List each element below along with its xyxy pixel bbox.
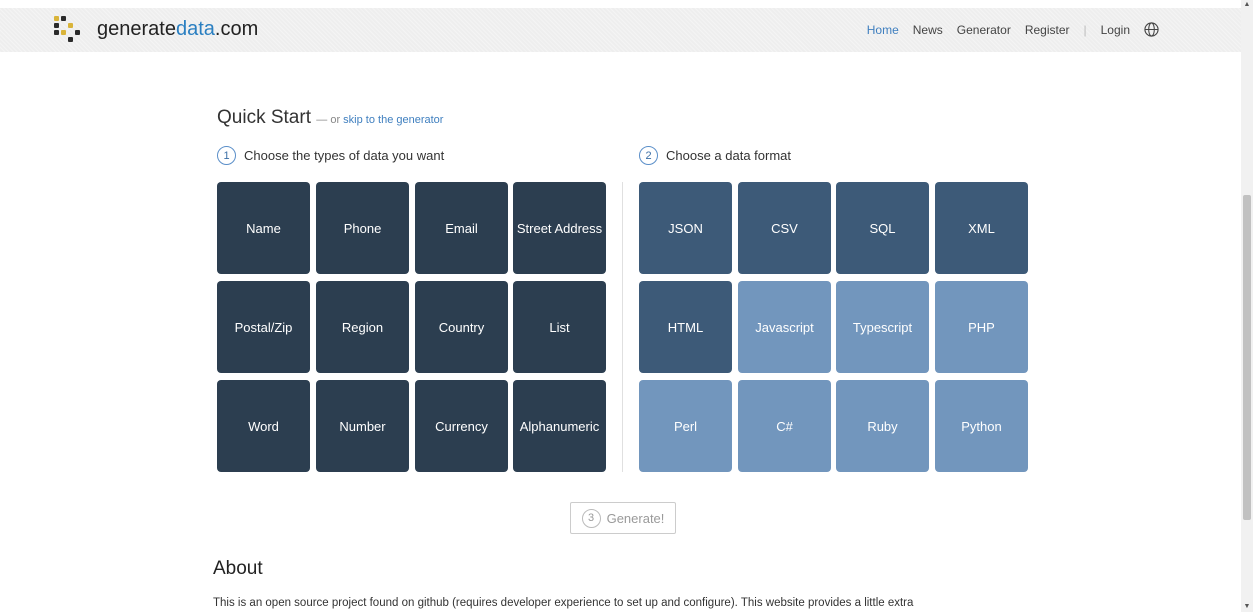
step-1-heading: 1 Choose the types of data you want <box>217 146 444 165</box>
format-ruby[interactable]: Ruby <box>836 380 929 472</box>
data-type-phone[interactable]: Phone <box>316 182 409 274</box>
format-javascript[interactable]: Javascript <box>738 281 831 373</box>
format-php[interactable]: PHP <box>935 281 1028 373</box>
column-divider <box>622 182 623 472</box>
format-csv[interactable]: CSV <box>738 182 831 274</box>
data-type-country[interactable]: Country <box>415 281 508 373</box>
format-json[interactable]: JSON <box>639 182 732 274</box>
quick-start-heading: Quick Start — or skip to the generator <box>217 107 443 129</box>
step-1-label: Choose the types of data you want <box>244 148 445 163</box>
step-3-number: 3 <box>581 508 601 528</box>
nav-news[interactable]: News <box>913 23 943 37</box>
scroll-thumb[interactable] <box>1243 195 1251 520</box>
scroll-down-arrow-icon[interactable]: ▼ <box>1241 602 1253 612</box>
globe-icon[interactable] <box>1144 22 1159 37</box>
quick-start-title: Quick Start <box>217 107 311 128</box>
format-python[interactable]: Python <box>935 380 1028 472</box>
nav-home[interactable]: Home <box>867 23 899 37</box>
format-html[interactable]: HTML <box>639 281 732 373</box>
logo-icon[interactable] <box>52 14 86 42</box>
data-type-list[interactable]: List <box>513 281 606 373</box>
scroll-up-arrow-icon[interactable]: ▲ <box>1241 0 1253 10</box>
data-type-name[interactable]: Name <box>217 182 310 274</box>
format-csharp[interactable]: C# <box>738 380 831 472</box>
skip-to-generator-link[interactable]: skip to the generator <box>343 114 443 126</box>
data-type-alphanumeric[interactable]: Alphanumeric <box>513 380 606 472</box>
main-nav: Home News Generator Register | Login <box>867 22 1159 37</box>
top-navbar: generatedata.com Home News Generator Reg… <box>0 8 1241 52</box>
brand-com: .com <box>214 18 259 40</box>
brand-data: data <box>175 18 215 40</box>
step-1-number: 1 <box>217 146 236 165</box>
nav-generator[interactable]: Generator <box>957 23 1011 37</box>
data-type-number[interactable]: Number <box>316 380 409 472</box>
step-2-number: 2 <box>639 146 658 165</box>
generate-button[interactable]: 3 Generate! <box>570 502 676 534</box>
format-sql[interactable]: SQL <box>836 182 929 274</box>
nav-separator: | <box>1083 22 1087 37</box>
data-type-currency[interactable]: Currency <box>415 380 508 472</box>
nav-login[interactable]: Login <box>1101 23 1130 37</box>
about-heading: About <box>213 558 263 579</box>
generate-label: Generate! <box>606 510 665 526</box>
format-perl[interactable]: Perl <box>639 380 732 472</box>
step-2-label: Choose a data format <box>666 148 792 163</box>
about-text: This is an open source project found on … <box>213 597 914 609</box>
data-type-street-address[interactable]: Street Address <box>513 182 606 274</box>
vertical-scrollbar[interactable]: ▲ ▼ <box>1241 0 1253 612</box>
brand-generate: generate <box>97 18 176 40</box>
format-xml[interactable]: XML <box>935 182 1028 274</box>
data-type-postal-zip[interactable]: Postal/Zip <box>217 281 310 373</box>
data-type-region[interactable]: Region <box>316 281 409 373</box>
data-type-word[interactable]: Word <box>217 380 310 472</box>
or-text: — or <box>316 114 344 126</box>
data-type-email[interactable]: Email <box>415 182 508 274</box>
nav-register[interactable]: Register <box>1025 23 1070 37</box>
site-brand[interactable]: generatedata.com <box>97 18 258 41</box>
step-2-heading: 2 Choose a data format <box>639 146 791 165</box>
format-typescript[interactable]: Typescript <box>836 281 929 373</box>
